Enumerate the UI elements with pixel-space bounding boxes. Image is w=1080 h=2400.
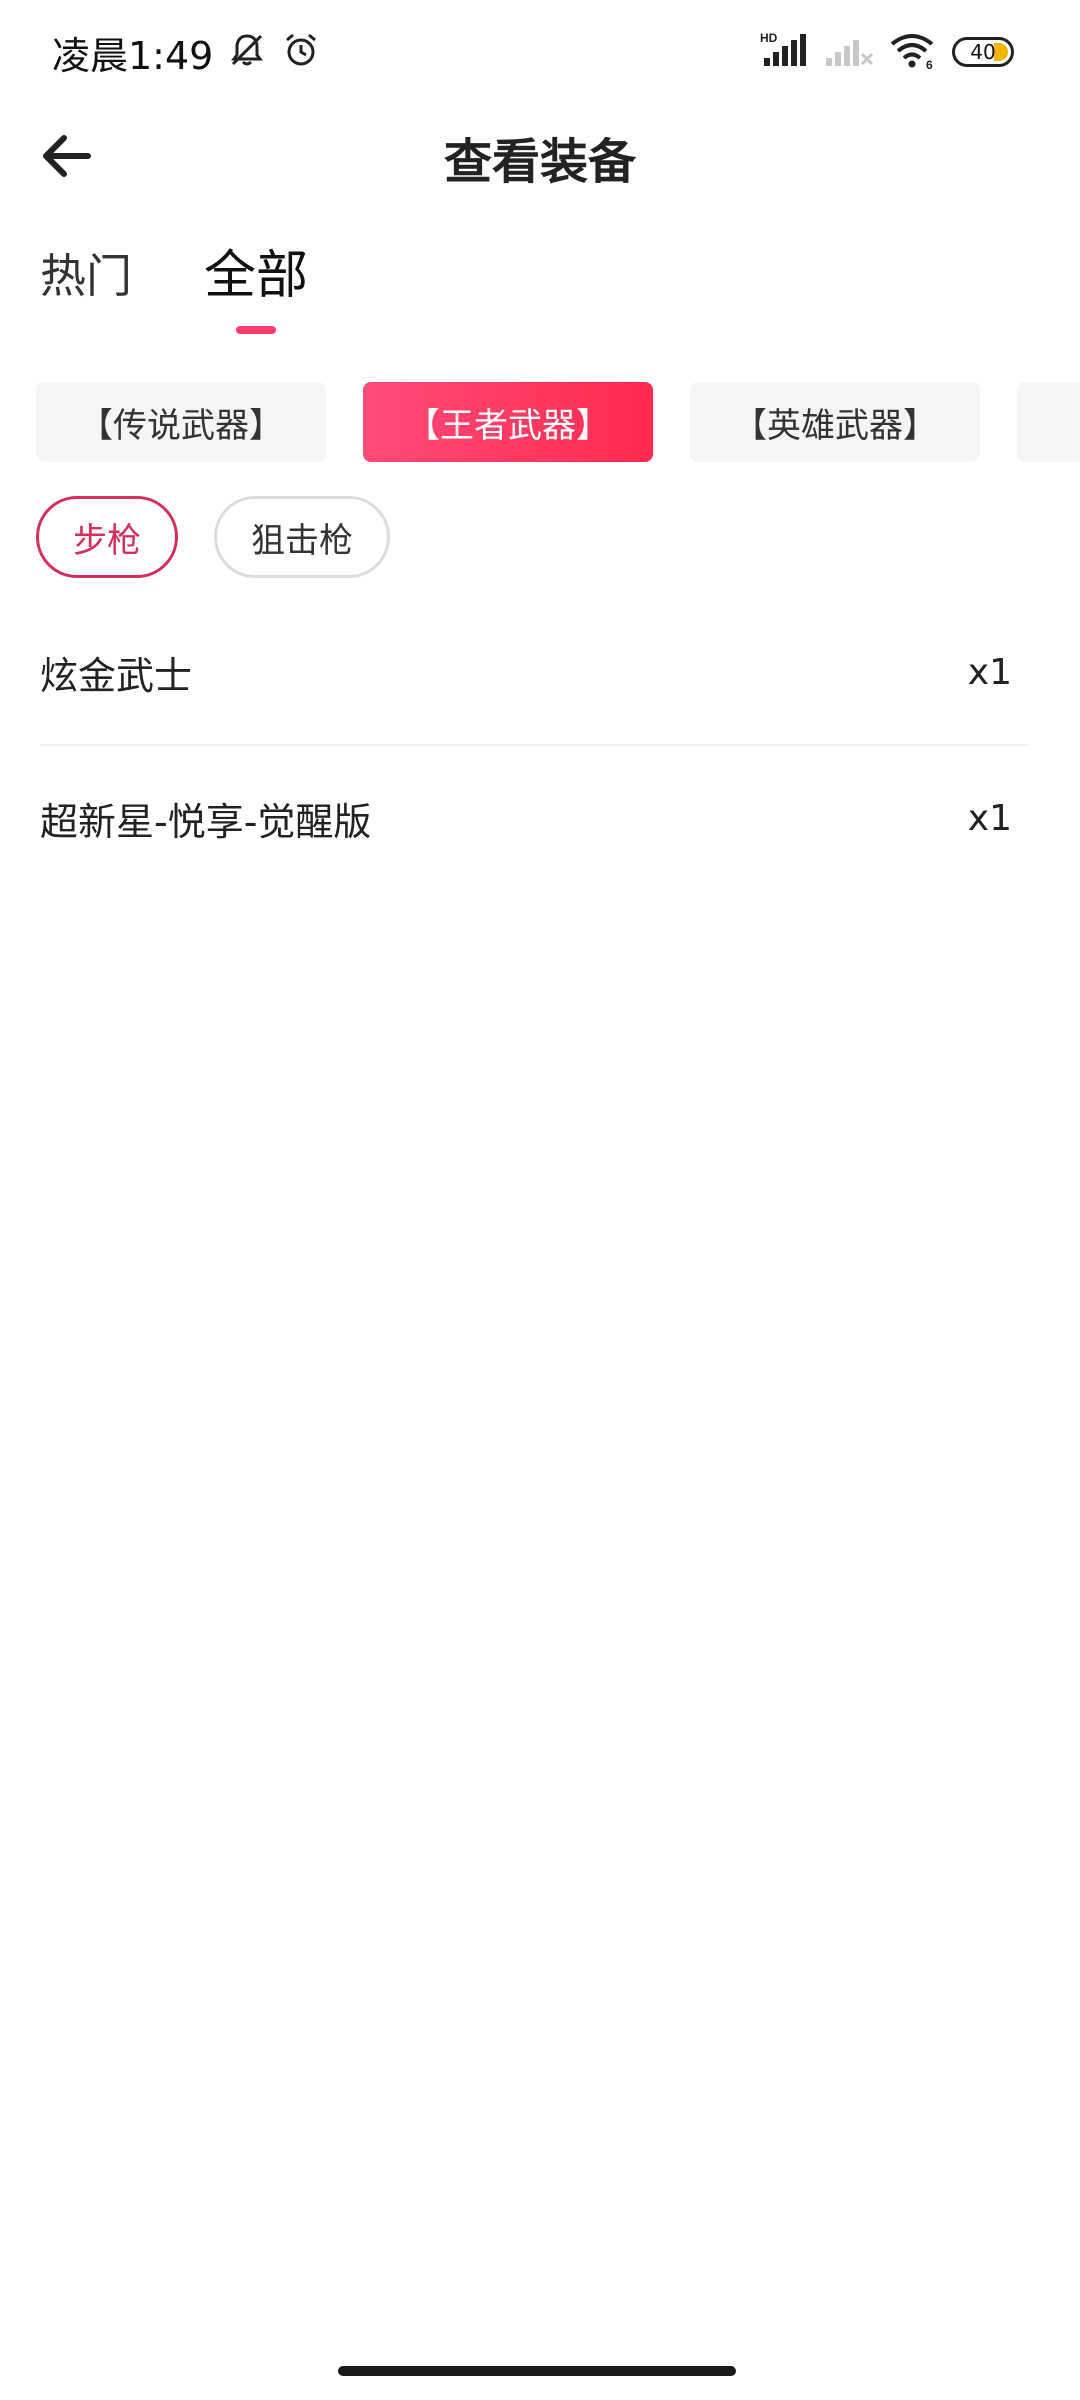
svg-text:HD: HD	[760, 31, 778, 45]
battery-level	[994, 43, 1008, 61]
category-chips[interactable]: 【传说武器】【王者武器】【英雄武器】【	[36, 382, 1080, 462]
active-tab-indicator	[236, 326, 276, 334]
tab-all-label: 全部	[204, 246, 309, 306]
alarm-icon	[281, 30, 321, 74]
item-quantity: x1	[967, 797, 1012, 839]
status-left: 凌晨1:49	[52, 22, 321, 82]
svg-text:6: 6	[926, 58, 933, 70]
muted-bell-icon	[227, 30, 267, 74]
filter-sniper[interactable]: 狙击枪	[214, 496, 390, 578]
tab-hot[interactable]: 热门	[40, 240, 132, 340]
filter-rifle[interactable]: 步枪	[36, 496, 178, 578]
item-quantity: x1	[967, 651, 1012, 693]
equipment-list: 炫金武士 x1 超新星-悦享-觉醒版 x1	[40, 600, 1028, 890]
battery-percent: 40	[970, 40, 996, 64]
status-time: 凌晨1:49	[52, 33, 214, 78]
tab-hot-label: 热门	[40, 249, 132, 303]
chip-legend-weapons[interactable]: 【传说武器】	[36, 382, 326, 462]
chip-more[interactable]: 【	[1017, 382, 1080, 462]
list-item[interactable]: 炫金武士 x1	[40, 600, 1028, 746]
item-name: 炫金武士	[40, 653, 193, 698]
main-tabs: 热门 全部	[40, 240, 308, 340]
weapon-type-filters: 步枪 狙击枪	[36, 496, 390, 578]
list-item[interactable]: 超新星-悦享-觉醒版 x1	[40, 746, 1028, 890]
home-indicator[interactable]	[338, 2366, 736, 2376]
chip-hero-weapons[interactable]: 【英雄武器】	[690, 382, 980, 462]
status-bar: 凌晨1:49 HD 6 40	[0, 0, 1080, 104]
chip-king-weapons[interactable]: 【王者武器】	[363, 382, 653, 462]
page-title: 查看装备	[443, 134, 636, 190]
battery-icon: 40	[952, 37, 1014, 67]
item-name: 超新星-悦享-觉醒版	[40, 799, 372, 844]
signal-off-icon	[824, 30, 874, 74]
status-right: HD 6 40	[758, 22, 1014, 82]
battery: 40	[952, 37, 1014, 67]
hd-signal-icon: HD	[758, 30, 810, 74]
wifi-icon: 6	[888, 30, 938, 74]
header: 查看装备	[0, 104, 1080, 204]
tab-all[interactable]: 全部	[204, 240, 308, 340]
